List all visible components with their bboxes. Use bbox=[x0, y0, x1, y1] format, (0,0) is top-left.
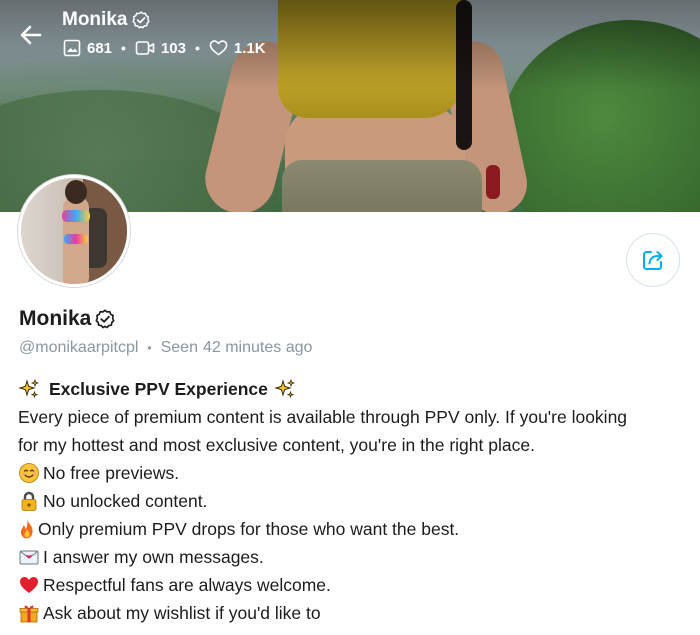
username[interactable]: @monikaarpitcpl bbox=[19, 339, 138, 357]
profile-name: Monika bbox=[19, 307, 116, 331]
header-bar: Monika 681 • 103 • 1.1K bbox=[0, 0, 700, 70]
stat-likes: 1.1K bbox=[209, 39, 266, 57]
sparkles-icon bbox=[18, 378, 40, 400]
profile-meta: @monikaarpitcpl • Seen 42 minutes ago bbox=[19, 339, 312, 357]
bio-line: for my hottest and most exclusive conten… bbox=[18, 435, 535, 455]
header-stats: 681 • 103 • 1.1K bbox=[63, 39, 266, 57]
share-button[interactable] bbox=[626, 233, 680, 287]
stat-separator: • bbox=[194, 40, 200, 56]
stat-videos-value: 103 bbox=[160, 39, 186, 57]
header-name-text: Monika bbox=[62, 9, 128, 30]
bio-line-text: No free previews. bbox=[43, 463, 180, 483]
love-letter-icon bbox=[18, 546, 40, 568]
arrow-left-icon bbox=[20, 25, 42, 45]
bio-line-ppv-drops: Only premium PPV drops for those who wan… bbox=[18, 515, 688, 543]
fire-icon bbox=[18, 518, 36, 540]
seen-label: Seen bbox=[160, 339, 198, 356]
bio-line-text: I answer my own messages. bbox=[43, 547, 264, 567]
bio-line-text: No unlocked content. bbox=[43, 491, 208, 511]
verified-icon bbox=[95, 309, 115, 329]
gift-icon bbox=[18, 602, 40, 624]
bio-line-no-unlocked: No unlocked content. bbox=[18, 487, 688, 515]
bio-title-line: Exclusive PPV Experience bbox=[18, 375, 688, 403]
stat-photos: 681 bbox=[63, 39, 112, 57]
image-icon bbox=[63, 39, 81, 57]
bio-line-wishlist: Ask about my wishlist if you'd like to bbox=[18, 599, 688, 627]
bio-line-text: Ask about my wishlist if you'd like to bbox=[43, 603, 321, 623]
heart-icon bbox=[18, 574, 40, 596]
back-button[interactable] bbox=[18, 22, 44, 48]
stat-photos-value: 681 bbox=[87, 39, 113, 57]
video-icon bbox=[135, 41, 155, 55]
stat-likes-value: 1.1K bbox=[233, 39, 266, 57]
heart-icon bbox=[209, 40, 228, 56]
smiling-face-icon bbox=[18, 462, 40, 484]
stat-separator: • bbox=[121, 40, 126, 56]
lock-icon bbox=[18, 490, 40, 512]
profile-name-text: Monika bbox=[19, 307, 92, 330]
bio-line-no-previews: No free previews. bbox=[18, 459, 688, 487]
share-icon bbox=[643, 251, 663, 270]
sparkles-icon bbox=[274, 378, 296, 400]
stat-videos: 103 bbox=[135, 39, 186, 57]
avatar[interactable] bbox=[18, 175, 130, 287]
bio-line-text: Respectful fans are always welcome. bbox=[43, 575, 331, 595]
bio-line-messages: I answer my own messages. bbox=[18, 543, 688, 571]
header-title: Monika bbox=[62, 9, 151, 31]
bio-line: Every piece of premium content is availa… bbox=[18, 407, 628, 427]
bio-title: Exclusive PPV Experience bbox=[49, 379, 268, 399]
seen-time: 42 minutes ago bbox=[202, 339, 313, 356]
bio-line-respectful: Respectful fans are always welcome. bbox=[18, 571, 688, 599]
bio-line-text: Only premium PPV drops for those who wan… bbox=[38, 519, 460, 539]
bio: Exclusive PPV Experience Every piece of … bbox=[18, 375, 688, 627]
meta-separator: • bbox=[147, 341, 152, 355]
verified-icon bbox=[132, 11, 151, 29]
